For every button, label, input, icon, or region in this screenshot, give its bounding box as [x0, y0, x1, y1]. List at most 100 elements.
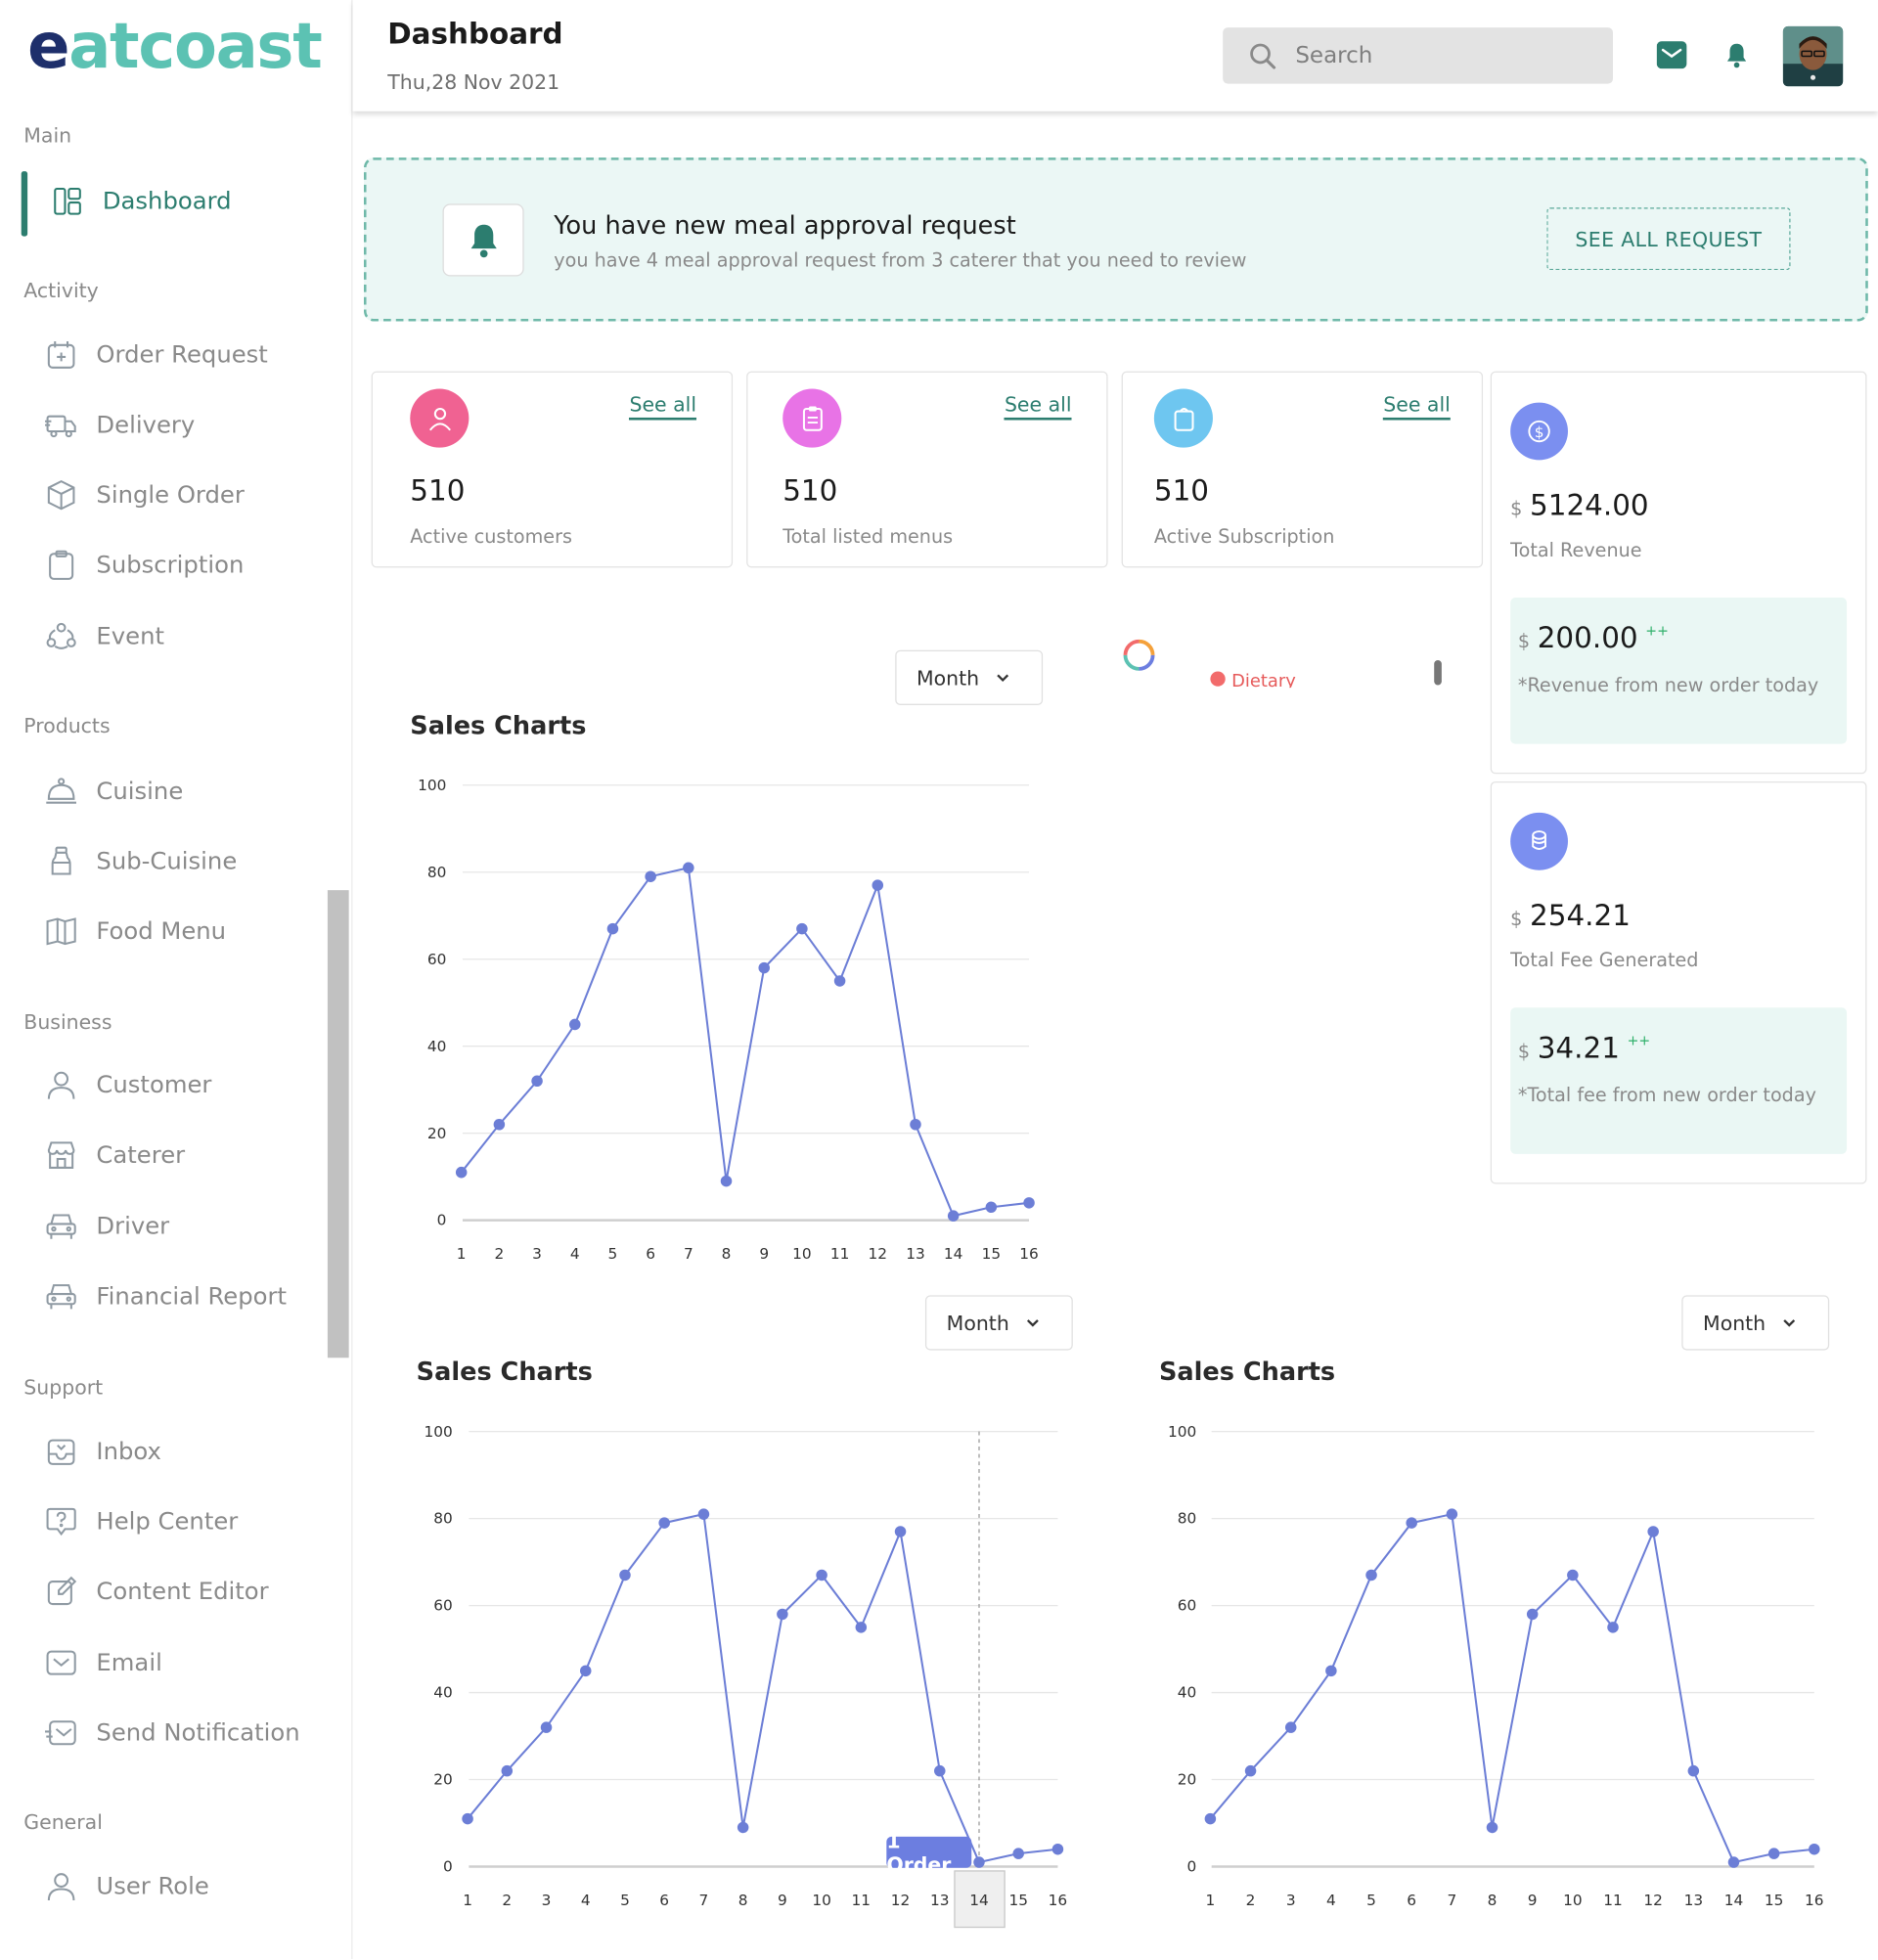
x-tick-label: 11: [830, 1245, 850, 1263]
data-point: [1446, 1508, 1458, 1520]
search-input[interactable]: Search: [1223, 27, 1614, 84]
see-all-link[interactable]: See all: [1004, 392, 1072, 421]
stat-label: Total listed menus: [782, 524, 954, 548]
data-point: [462, 1812, 473, 1825]
x-tick-label: 10: [1563, 1892, 1583, 1909]
month-dropdown[interactable]: Month: [1681, 1295, 1830, 1351]
sidebar-item-delivery[interactable]: Delivery: [44, 400, 196, 450]
bag-icon: [1153, 388, 1213, 448]
series-line: [460, 867, 1030, 1218]
page-title: Dashboard: [387, 19, 563, 52]
sidebar-section-general: General: [23, 1809, 103, 1835]
month-dropdown[interactable]: Month: [895, 649, 1044, 705]
x-tick-label: 6: [1407, 1892, 1416, 1909]
x-tick-label: 13: [930, 1892, 950, 1909]
active-indicator: [21, 171, 28, 237]
sidebar-scrollbar[interactable]: [327, 890, 349, 1359]
brand-logo[interactable]: eatcoast: [27, 10, 323, 82]
see-all-link[interactable]: See all: [1383, 392, 1451, 421]
see-all-link[interactable]: See all: [629, 392, 697, 421]
sidebar-item-inbox[interactable]: Inbox: [44, 1427, 161, 1477]
sidebar-item-sub-cuisine[interactable]: Sub-Cuisine: [44, 836, 237, 886]
sidebar-item-email[interactable]: Email: [44, 1638, 162, 1688]
banner-subtitle: you have 4 meal approval request from 3 …: [554, 248, 1247, 272]
sidebar-item-dashboard[interactable]: Dashboard: [50, 176, 232, 226]
x-tick-label: 16: [1049, 1892, 1068, 1909]
data-point: [619, 1569, 631, 1581]
see-all-request-button[interactable]: SEE ALL REQUEST: [1546, 207, 1791, 271]
data-point: [947, 1210, 960, 1222]
book-icon: [44, 913, 79, 949]
chart-tooltip: 1 Order: [886, 1829, 972, 1876]
data-point: [1023, 1197, 1035, 1209]
y-tick-label: 0: [1187, 1858, 1197, 1876]
people-circle-icon: [44, 619, 79, 654]
send-mail-icon: [44, 1715, 79, 1751]
y-tick-label: 20: [427, 1125, 447, 1142]
x-tick-label: 15: [982, 1245, 1002, 1263]
data-point: [1486, 1821, 1498, 1834]
data-point: [910, 1119, 921, 1131]
sidebar-item-label: Financial Report: [96, 1282, 288, 1311]
mail-icon[interactable]: [1656, 41, 1687, 69]
sidebar-item-customer[interactable]: Customer: [44, 1060, 211, 1110]
data-point: [606, 922, 619, 935]
sidebar-item-send-notification[interactable]: Send Notification: [44, 1708, 300, 1758]
revenue-today-label: *Revenue from new order today: [1517, 674, 1819, 697]
data-point: [645, 870, 656, 882]
sidebar-item-food-menu[interactable]: Food Menu: [44, 907, 226, 957]
sidebar-item-driver[interactable]: Driver: [44, 1201, 169, 1251]
sidebar-item-event[interactable]: Event: [44, 611, 164, 661]
clipboard-icon: [782, 388, 842, 448]
data-point: [569, 1018, 581, 1031]
fee-today-box: $34.21 ++ *Total fee from new order today: [1510, 1007, 1848, 1154]
x-tick-label: 2: [1246, 1892, 1256, 1909]
inbox-icon: [44, 1434, 79, 1469]
y-tick-label: 80: [1178, 1510, 1197, 1528]
bell-icon[interactable]: [1725, 41, 1748, 68]
avatar[interactable]: [1782, 25, 1844, 87]
x-tick-label: 9: [759, 1245, 769, 1263]
data-point: [758, 961, 770, 974]
legend-scroll-handle[interactable]: [1434, 659, 1442, 686]
sidebar-item-order-request[interactable]: Order Request: [44, 330, 268, 379]
series-line: [467, 1512, 1058, 1864]
sidebar-item-help-center[interactable]: Help Center: [44, 1496, 239, 1546]
help-bubble-icon: [44, 1504, 79, 1539]
page-date: Thu,28 Nov 2021: [387, 69, 560, 94]
data-point: [1526, 1608, 1539, 1621]
data-point: [855, 1622, 868, 1633]
sidebar-item-financial-report[interactable]: Financial Report: [44, 1271, 287, 1321]
sidebar-item-subscription[interactable]: Subscription: [44, 540, 244, 590]
banner-bell-box: [442, 203, 524, 277]
store-icon: [44, 1137, 79, 1173]
sidebar: eatcoast Main Dashboard Activity Order Requ…: [0, 0, 353, 1960]
sidebar-section-activity: Activity: [23, 279, 99, 303]
fee-today-label: *Total fee from new order today: [1517, 1084, 1816, 1107]
sidebar-item-cuisine[interactable]: Cuisine: [44, 767, 184, 817]
sidebar-item-label: Help Center: [96, 1507, 239, 1536]
dashboard-icon: [50, 184, 85, 219]
sales-line-chart: 0204060801001 2 3 4 5 6 7 8 9 10 11 12 13 14 15 16: [424, 1423, 1068, 1909]
sidebar-item-label: Order Request: [96, 340, 268, 370]
sidebar-item-label: User Role: [96, 1872, 209, 1901]
sidebar-section-products: Products: [23, 713, 111, 738]
sidebar-item-label: Event: [96, 622, 165, 650]
x-tick-label: 16: [1805, 1892, 1824, 1909]
sidebar-item-caterer[interactable]: Caterer: [44, 1131, 185, 1180]
x-tick-label: 5: [620, 1892, 630, 1909]
sidebar-item-content-editor[interactable]: Content Editor: [44, 1567, 269, 1617]
sidebar-item-single-order[interactable]: Single Order: [44, 470, 245, 520]
x-tick-label: 16: [1019, 1245, 1039, 1263]
y-tick-label: 60: [1178, 1597, 1197, 1615]
month-dropdown[interactable]: Month: [924, 1295, 1073, 1351]
svg-text:$: $: [1535, 423, 1544, 441]
data-point: [697, 1508, 710, 1520]
y-tick-label: 40: [433, 1684, 453, 1702]
data-point: [1204, 1812, 1217, 1825]
edit-icon: [44, 1574, 79, 1609]
sidebar-item-user-role[interactable]: User Role: [44, 1861, 209, 1911]
coins-icon: [1510, 812, 1568, 870]
data-point: [683, 862, 694, 874]
x-tick-label: 7: [1447, 1892, 1456, 1909]
